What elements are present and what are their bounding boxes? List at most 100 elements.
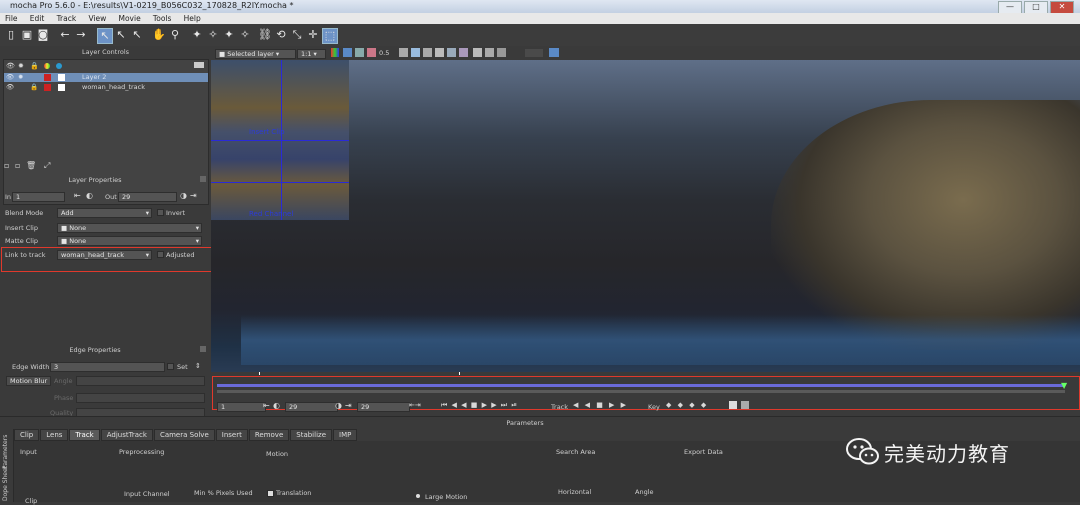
set-out-icon[interactable]: ⇥ xyxy=(190,191,197,200)
select-tool-icon[interactable]: ↖ xyxy=(97,28,113,44)
menu-track[interactable]: Track xyxy=(57,14,77,23)
menu-tools[interactable]: Tools xyxy=(153,14,171,23)
bezier-tool-icon[interactable]: ✦ xyxy=(222,28,236,42)
track-controls[interactable]: ◀ ◀ ■ ▶ ▶ xyxy=(573,401,628,409)
mattes-icon[interactable] xyxy=(367,48,376,57)
tab-imp[interactable]: IMP xyxy=(333,429,358,441)
layer-row[interactable]: 👁 🔒 woman_head_track xyxy=(4,83,208,92)
alpha-view-icon[interactable] xyxy=(343,48,352,57)
trash-icon[interactable]: 🗑 xyxy=(26,161,36,170)
select-point-icon[interactable]: ↖ xyxy=(130,28,144,42)
range-icon[interactable]: ⇤⇥ xyxy=(409,401,421,409)
panel-float-icon[interactable] xyxy=(200,176,206,182)
add-bezier-icon[interactable]: ✧ xyxy=(238,28,252,42)
phase-field[interactable] xyxy=(76,393,205,403)
track-view-icon[interactable] xyxy=(411,48,420,57)
edge-width-field[interactable]: 3 xyxy=(50,362,165,372)
end-frame-field[interactable]: 29 xyxy=(357,402,410,412)
matte-clip-select[interactable]: ■ None ▾ xyxy=(57,236,202,246)
matte-toggle[interactable] xyxy=(58,84,65,91)
translation-checkbox[interactable] xyxy=(267,490,274,497)
key-controls[interactable]: ◆ ◆ ◆ ◆ xyxy=(666,401,708,409)
gear-icon[interactable]: ✹ xyxy=(18,73,23,82)
tab-remove[interactable]: Remove xyxy=(248,429,290,441)
start-frame-field[interactable]: 1 xyxy=(217,402,266,412)
motion-blur-toggle[interactable]: Motion Blur xyxy=(6,376,51,386)
layer-name[interactable]: Layer 2 xyxy=(82,73,106,82)
adjusted-checkbox[interactable] xyxy=(157,251,164,258)
scale-icon[interactable]: ⤡ xyxy=(290,28,304,42)
blend-mode-select[interactable]: Add ▾ xyxy=(57,208,152,218)
clock-icon[interactable]: ◑ xyxy=(335,401,342,410)
invert-checkbox[interactable] xyxy=(157,209,164,216)
rgb-channel-icon[interactable] xyxy=(331,48,339,57)
tab-adjust-track[interactable]: AdjustTrack xyxy=(100,429,153,441)
stepper-icon[interactable]: ⇕ xyxy=(195,362,201,370)
proxy-icon[interactable] xyxy=(549,48,559,57)
color-swatch[interactable] xyxy=(525,49,543,57)
menu-edit[interactable]: Edit xyxy=(30,14,45,23)
add-xspline-icon[interactable]: ✧ xyxy=(206,28,220,42)
large-motion-radio[interactable] xyxy=(416,494,420,498)
tab-insert[interactable]: Insert xyxy=(215,429,248,441)
camera-icon[interactable]: ◙ xyxy=(36,28,50,42)
keyframe-icon[interactable] xyxy=(741,401,749,409)
dope-sheet-side-tab[interactable]: Dope Sheet xyxy=(2,466,9,501)
menu-view[interactable]: View xyxy=(88,14,106,23)
link-to-track-select[interactable]: woman_head_track ▾ xyxy=(57,250,152,260)
dope-view-icon[interactable] xyxy=(459,48,468,57)
select-all-icon[interactable]: ↖ xyxy=(114,28,128,42)
matte-toggle[interactable] xyxy=(58,74,65,81)
out-field[interactable]: 29 xyxy=(118,192,177,202)
layer-view-select[interactable]: ■ Selected layer ▾ xyxy=(215,49,296,59)
grid-icon[interactable] xyxy=(399,48,408,57)
set-out-icon[interactable]: ⇥ xyxy=(345,401,352,410)
overlay-icon[interactable] xyxy=(355,48,364,57)
autokey-icon[interactable] xyxy=(729,401,737,409)
playhead-icon[interactable]: ▼ xyxy=(1061,381,1067,390)
frame-icon[interactable] xyxy=(497,48,506,57)
hand-icon[interactable]: ✋ xyxy=(152,28,166,42)
tab-clip[interactable]: Clip xyxy=(14,429,40,441)
angle-field[interactable] xyxy=(76,376,205,386)
insert-clip-select[interactable]: ■ None ▾ xyxy=(57,223,202,233)
new-file-icon[interactable]: ▯ xyxy=(4,28,18,42)
opacity-value[interactable]: 0.5 xyxy=(379,49,389,57)
stabilize-view-icon[interactable] xyxy=(435,48,444,57)
lock-icon[interactable]: 🔒 xyxy=(30,83,38,92)
timeline-range-bar[interactable] xyxy=(217,384,1065,387)
viewer-canvas[interactable]: Insert Clip Red Channel xyxy=(211,60,1080,372)
current-frame-field[interactable]: 29 xyxy=(285,402,338,412)
undo-icon[interactable]: ← xyxy=(58,28,72,42)
tab-stabilize[interactable]: Stabilize xyxy=(290,429,333,441)
tab-lens[interactable]: Lens xyxy=(40,429,69,441)
clock-icon[interactable]: ◑ xyxy=(180,191,187,200)
zoom-icon[interactable]: ⚲ xyxy=(168,28,182,42)
tab-track[interactable]: Track xyxy=(69,429,100,441)
duplicate-layer-icon[interactable]: ▫ xyxy=(15,161,20,170)
trace-icon[interactable] xyxy=(485,48,494,57)
layer-row[interactable]: 👁 ✹ Layer 2 xyxy=(4,73,208,82)
set-in-icon[interactable]: ⇤ xyxy=(263,401,270,410)
playback-controls[interactable]: ⏮ ◀ ◀ ■ ▶ ▶ ⏭ ⏯ xyxy=(441,401,518,410)
layer-name[interactable]: woman_head_track xyxy=(82,83,145,92)
panel-float-icon[interactable] xyxy=(200,346,206,352)
split-view-icon[interactable] xyxy=(447,48,456,57)
layer-menu-icon[interactable] xyxy=(194,62,204,68)
surface-tool-icon[interactable]: ⬚ xyxy=(322,28,338,44)
rotate-icon[interactable]: ⟲ xyxy=(274,28,288,42)
layer-color-swatch[interactable] xyxy=(44,74,51,81)
layer-color-swatch[interactable] xyxy=(44,84,51,91)
cursor-view-icon[interactable] xyxy=(473,48,482,57)
in-field[interactable]: 1 xyxy=(12,192,65,202)
planar-surface-icon[interactable] xyxy=(423,48,432,57)
set-in-icon[interactable]: ⇤ xyxy=(74,191,81,200)
xspline-tool-icon[interactable]: ✦ xyxy=(190,28,204,42)
parameters-side-tab[interactable]: Parameters xyxy=(2,435,9,469)
expand-icon[interactable]: ⤢ xyxy=(44,161,50,171)
eye-icon[interactable]: 👁 xyxy=(6,83,14,92)
move-icon[interactable]: ✛ xyxy=(306,28,320,42)
eye-icon[interactable]: 👁 xyxy=(6,73,14,82)
clock-icon[interactable]: ◐ xyxy=(273,401,280,410)
redo-icon[interactable]: → xyxy=(74,28,88,42)
